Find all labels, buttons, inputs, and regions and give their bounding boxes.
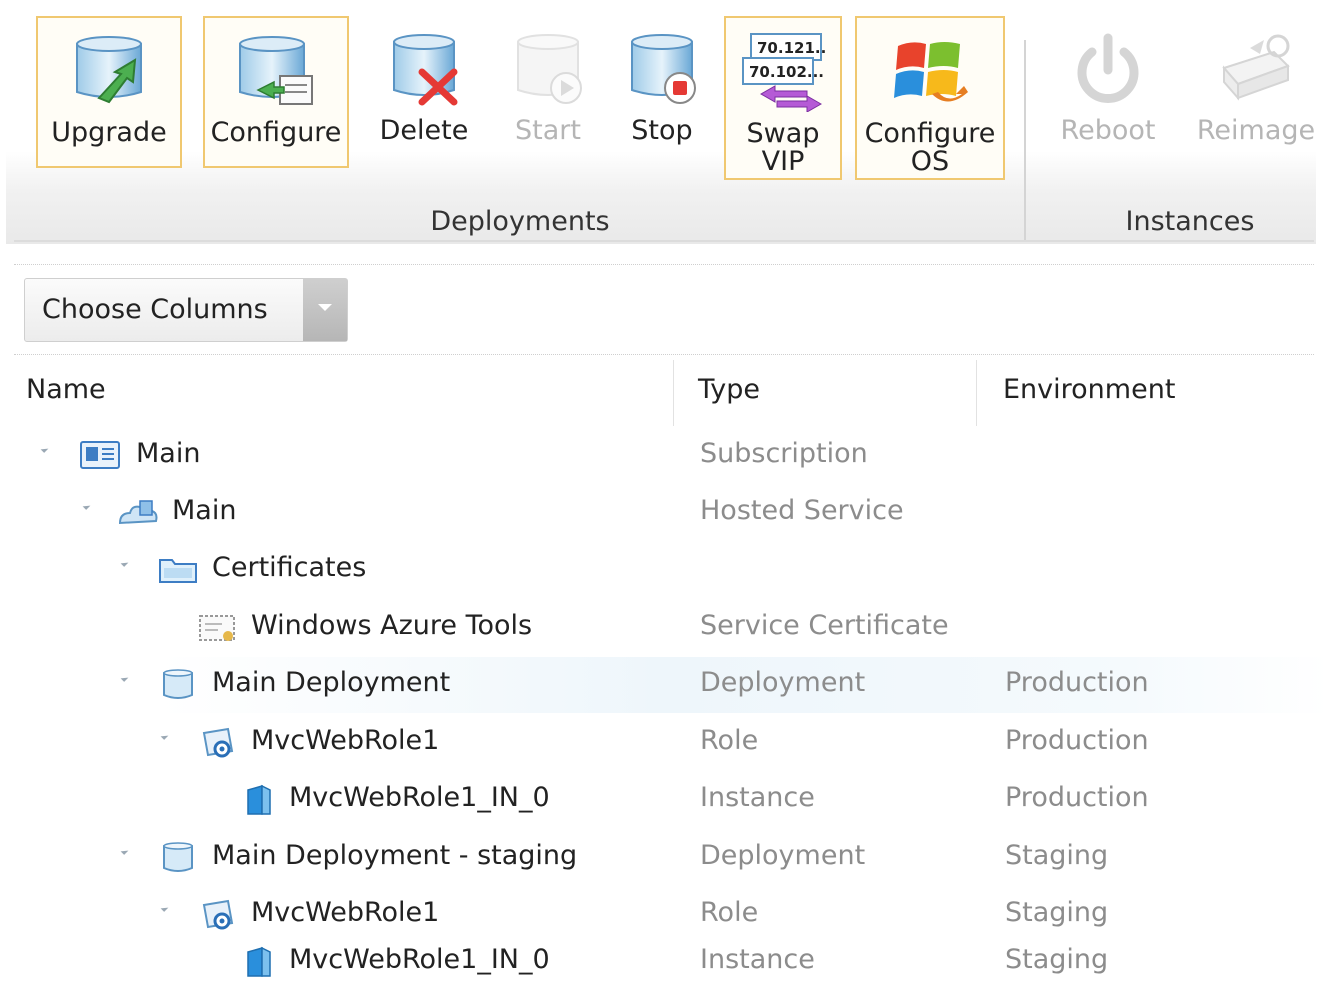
- row-name: MvcWebRole1: [251, 725, 440, 756]
- choose-columns-label: Choose Columns: [42, 294, 268, 325]
- column-divider[interactable]: [976, 360, 977, 426]
- upgrade-label: Upgrade: [51, 117, 167, 148]
- row-name: Main: [136, 438, 201, 469]
- row-type: Instance: [700, 944, 815, 975]
- dropdown-arrow-button[interactable]: [303, 279, 347, 341]
- row-environment: Staging: [1005, 840, 1109, 871]
- start-label: Start: [515, 115, 581, 146]
- ribbon-bottom-border: [14, 240, 1314, 242]
- row-name: Main Deployment: [212, 667, 451, 698]
- tree-row-hosted-service[interactable]: Main Hosted Service: [0, 485, 1330, 541]
- swap-vip-icon: 70.121... 70.102...: [741, 32, 832, 118]
- row-type: Subscription: [700, 438, 868, 469]
- tree-row-certificates[interactable]: Certificates: [0, 542, 1330, 598]
- upgrade-icon: [69, 34, 149, 114]
- reboot-button[interactable]: Reboot: [1046, 16, 1170, 168]
- tree-expander[interactable]: [160, 904, 169, 912]
- tree-row-subscription[interactable]: Main Subscription: [0, 428, 1330, 484]
- reboot-label: Reboot: [1060, 115, 1156, 146]
- configure-button[interactable]: Configure: [203, 16, 349, 168]
- row-type: Role: [700, 897, 759, 928]
- row-type: Deployment: [700, 840, 866, 871]
- delete-button[interactable]: Delete: [370, 16, 478, 168]
- role-icon: [198, 727, 234, 759]
- ribbon-group-divider: [1024, 40, 1026, 240]
- column-header-environment[interactable]: Environment: [1003, 374, 1175, 405]
- folder-icon: [158, 554, 197, 586]
- row-name: MvcWebRole1: [251, 897, 440, 928]
- row-environment: Staging: [1005, 944, 1109, 975]
- row-type: Deployment: [700, 667, 866, 698]
- column-divider[interactable]: [673, 360, 674, 426]
- row-name: MvcWebRole1_IN_0: [289, 782, 550, 813]
- instance-icon: [240, 946, 276, 978]
- reimage-icon: [1214, 32, 1298, 112]
- reimage-button[interactable]: Reimage: [1190, 16, 1322, 168]
- column-header-type[interactable]: Type: [698, 374, 760, 405]
- row-environment: Production: [1005, 782, 1149, 813]
- start-button[interactable]: Start: [496, 16, 600, 168]
- swap-vip-label: Swap VIP: [746, 118, 820, 177]
- configure-icon: [234, 34, 318, 114]
- tree-row-certificate[interactable]: Windows Azure Tools Service Certificate: [0, 600, 1330, 656]
- toolbar-separator: [14, 354, 1314, 355]
- row-environment: Production: [1005, 667, 1149, 698]
- configure-os-label: Configure OS: [864, 118, 996, 177]
- delete-icon: [384, 32, 464, 112]
- stop-icon: [622, 32, 702, 112]
- start-icon: [508, 32, 588, 112]
- stop-button[interactable]: Stop: [612, 16, 712, 168]
- deployment-icon: [158, 842, 194, 874]
- row-name: Windows Azure Tools: [251, 610, 533, 641]
- column-header-name[interactable]: Name: [26, 374, 106, 405]
- tree-row-role-production[interactable]: MvcWebRole1 Role Production: [0, 715, 1330, 771]
- tree-row-instance-production[interactable]: MvcWebRole1_IN_0 Instance Production: [0, 772, 1330, 828]
- configure-label: Configure: [210, 117, 342, 148]
- reimage-label: Reimage: [1196, 115, 1316, 146]
- tree-row-deployment-staging[interactable]: Main Deployment - staging Deployment Sta…: [0, 830, 1330, 886]
- deployment-icon: [158, 669, 194, 701]
- stop-label: Stop: [631, 115, 693, 146]
- tree-expander[interactable]: [120, 559, 129, 567]
- swap-vip-ip-1: 70.121...: [757, 39, 825, 57]
- subscription-icon: [80, 440, 120, 472]
- choose-columns-dropdown[interactable]: Choose Columns: [24, 278, 348, 342]
- instances-group-label: Instances: [1125, 206, 1255, 237]
- deployments-group-label: Deployments: [430, 206, 610, 237]
- row-type: Hosted Service: [700, 495, 904, 526]
- ribbon-separator: [14, 264, 1314, 265]
- instance-icon: [240, 784, 276, 816]
- row-type: Instance: [700, 782, 815, 813]
- row-environment: Production: [1005, 725, 1149, 756]
- tree-expander[interactable]: [82, 502, 91, 510]
- upgrade-button[interactable]: Upgrade: [36, 16, 182, 168]
- tree-expander[interactable]: [120, 847, 129, 855]
- chevron-down-icon: [318, 304, 332, 311]
- row-type: Service Certificate: [700, 610, 949, 641]
- tree-expander[interactable]: [160, 732, 169, 740]
- certificate-icon: [198, 612, 235, 644]
- row-type: Role: [700, 725, 759, 756]
- windows-logo-icon: [888, 34, 972, 116]
- row-name: Main Deployment - staging: [212, 840, 578, 871]
- row-name: MvcWebRole1_IN_0: [289, 944, 550, 975]
- row-environment: Staging: [1005, 897, 1109, 928]
- tree-expander[interactable]: [120, 674, 129, 682]
- role-icon: [198, 899, 234, 931]
- configure-os-button[interactable]: Configure OS: [855, 16, 1005, 180]
- swap-vip-ip-2: 70.102...: [749, 63, 824, 81]
- tree-expander[interactable]: [40, 445, 49, 453]
- delete-label: Delete: [379, 115, 469, 146]
- reboot-icon: [1068, 32, 1148, 112]
- row-name: Certificates: [212, 552, 367, 583]
- tree-row-deployment-production[interactable]: Main Deployment Deployment Production: [0, 657, 1330, 713]
- swap-vip-button[interactable]: 70.121... 70.102... Swap VIP: [724, 16, 842, 180]
- hosted-service-icon: [118, 497, 158, 529]
- row-name: Main: [172, 495, 237, 526]
- tree-row-instance-staging[interactable]: MvcWebRole1_IN_0 Instance Staging: [0, 934, 1330, 990]
